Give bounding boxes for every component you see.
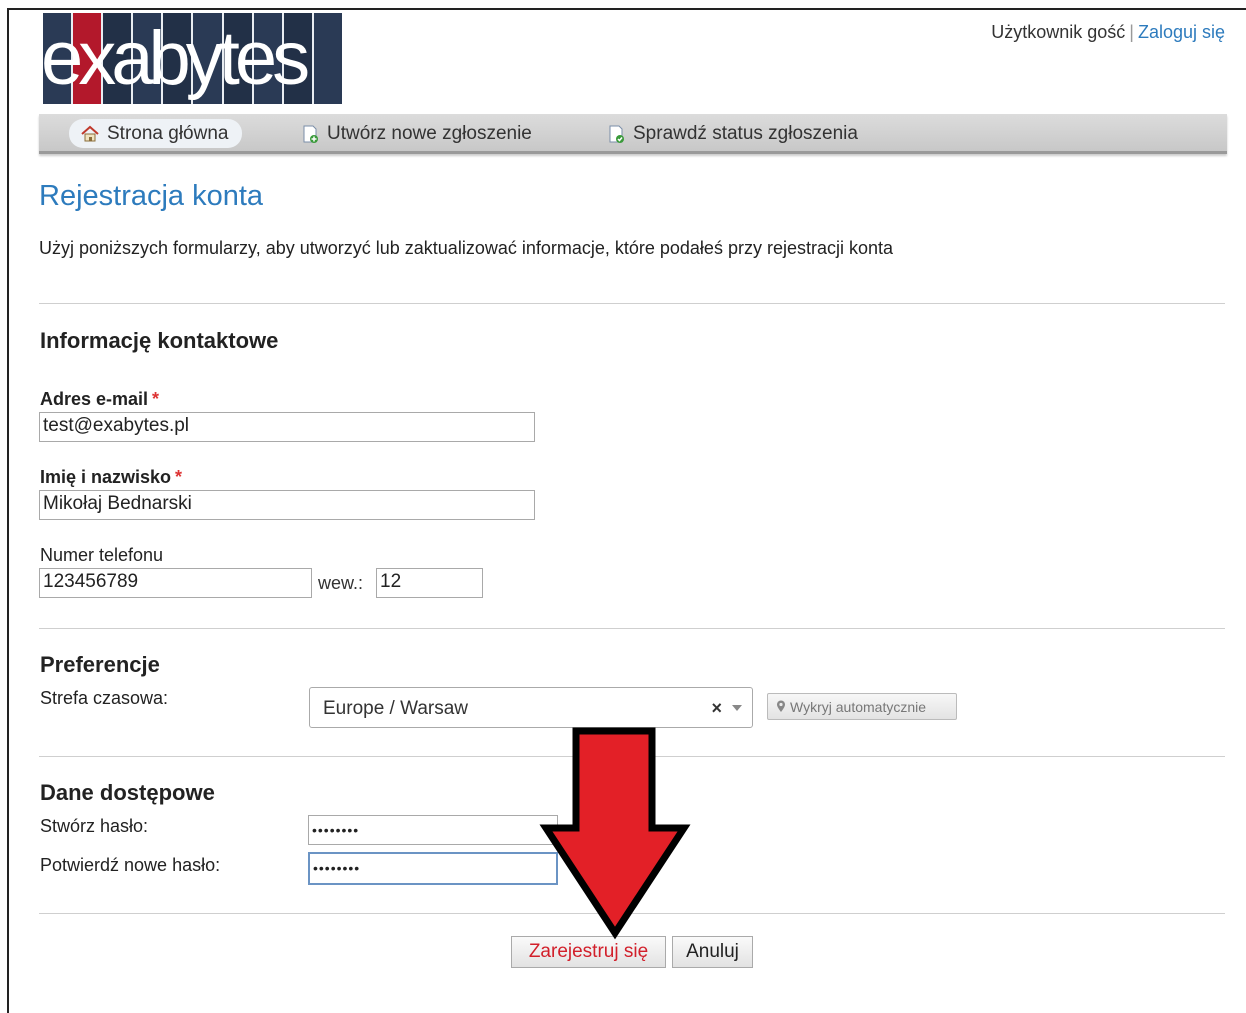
main-nav: Strona główna Utwórz nowe zgłoszenie Spr… (39, 114, 1227, 154)
name-label: Imię i nazwisko * (40, 467, 183, 487)
page-intro: Użyj poniższych formularzy, aby utworzyć… (39, 238, 893, 258)
divider (39, 913, 1225, 914)
preferences-heading: Preferencje (40, 652, 160, 677)
new-ticket-icon (303, 125, 318, 143)
chevron-down-icon[interactable] (732, 705, 742, 711)
home-icon (81, 125, 99, 141)
timezone-value: Europe / Warsaw (323, 698, 469, 719)
timezone-label: Strefa czasowa: (40, 688, 169, 708)
extension-field[interactable]: 12 (376, 568, 483, 598)
email-field[interactable]: test@exabytes.pl (39, 412, 535, 442)
exabytes-logo[interactable]: exabytes (43, 13, 342, 104)
nav-item-label: Utwórz nowe zgłoszenie (327, 122, 532, 144)
timezone-select[interactable]: Europe / Warsaw × (309, 687, 753, 728)
nav-item-new-ticket[interactable]: Utwórz nowe zgłoszenie (301, 119, 532, 148)
phone-label: Numer telefonu (40, 545, 164, 565)
contact-heading: Informację kontaktowe (40, 328, 279, 353)
page-title: Rejestracja konta (39, 180, 264, 212)
detect-timezone-label: Wykryj automatycznie (790, 698, 927, 715)
required-mark: * (175, 467, 183, 487)
clear-icon[interactable]: × (711, 698, 722, 719)
email-label: Adres e-mail * (40, 389, 160, 409)
nav-item-label: Sprawdź status zgłoszenia (633, 122, 858, 144)
cancel-button[interactable]: Anuluj (672, 936, 753, 968)
confirm-password-label: Potwierdź nowe hasło: (40, 855, 221, 875)
ticket-status-icon (609, 125, 624, 143)
required-mark: * (152, 389, 160, 409)
guest-user-label: Użytkownik gość (991, 22, 1126, 42)
separator: | (1129, 22, 1134, 42)
extension-label: wew.: (318, 573, 364, 593)
register-button[interactable]: Zarejestruj się (511, 936, 666, 968)
divider (39, 303, 1225, 304)
logo-text: exabytes (43, 16, 310, 101)
nav-item-label: Strona główna (107, 122, 229, 144)
nav-item-home[interactable]: Strona główna (69, 119, 243, 148)
map-marker-icon (777, 700, 785, 712)
confirm-password-field[interactable]: •••••••• (308, 852, 558, 885)
divider (39, 756, 1225, 757)
user-bar: Użytkownik gość | Zaloguj się (991, 22, 1225, 43)
phone-field[interactable]: 123456789 (39, 568, 312, 598)
password-label: Stwórz hasło: (40, 816, 149, 836)
access-heading: Dane dostępowe (40, 780, 215, 805)
password-field[interactable]: •••••••• (308, 815, 558, 845)
detect-timezone-button[interactable]: Wykryj automatycznie (767, 693, 957, 720)
nav-item-ticket-status[interactable]: Sprawdź status zgłoszenia (607, 119, 858, 148)
divider (39, 628, 1225, 629)
login-link[interactable]: Zaloguj się (1138, 22, 1225, 42)
name-field[interactable]: Mikołaj Bednarski (39, 490, 535, 520)
